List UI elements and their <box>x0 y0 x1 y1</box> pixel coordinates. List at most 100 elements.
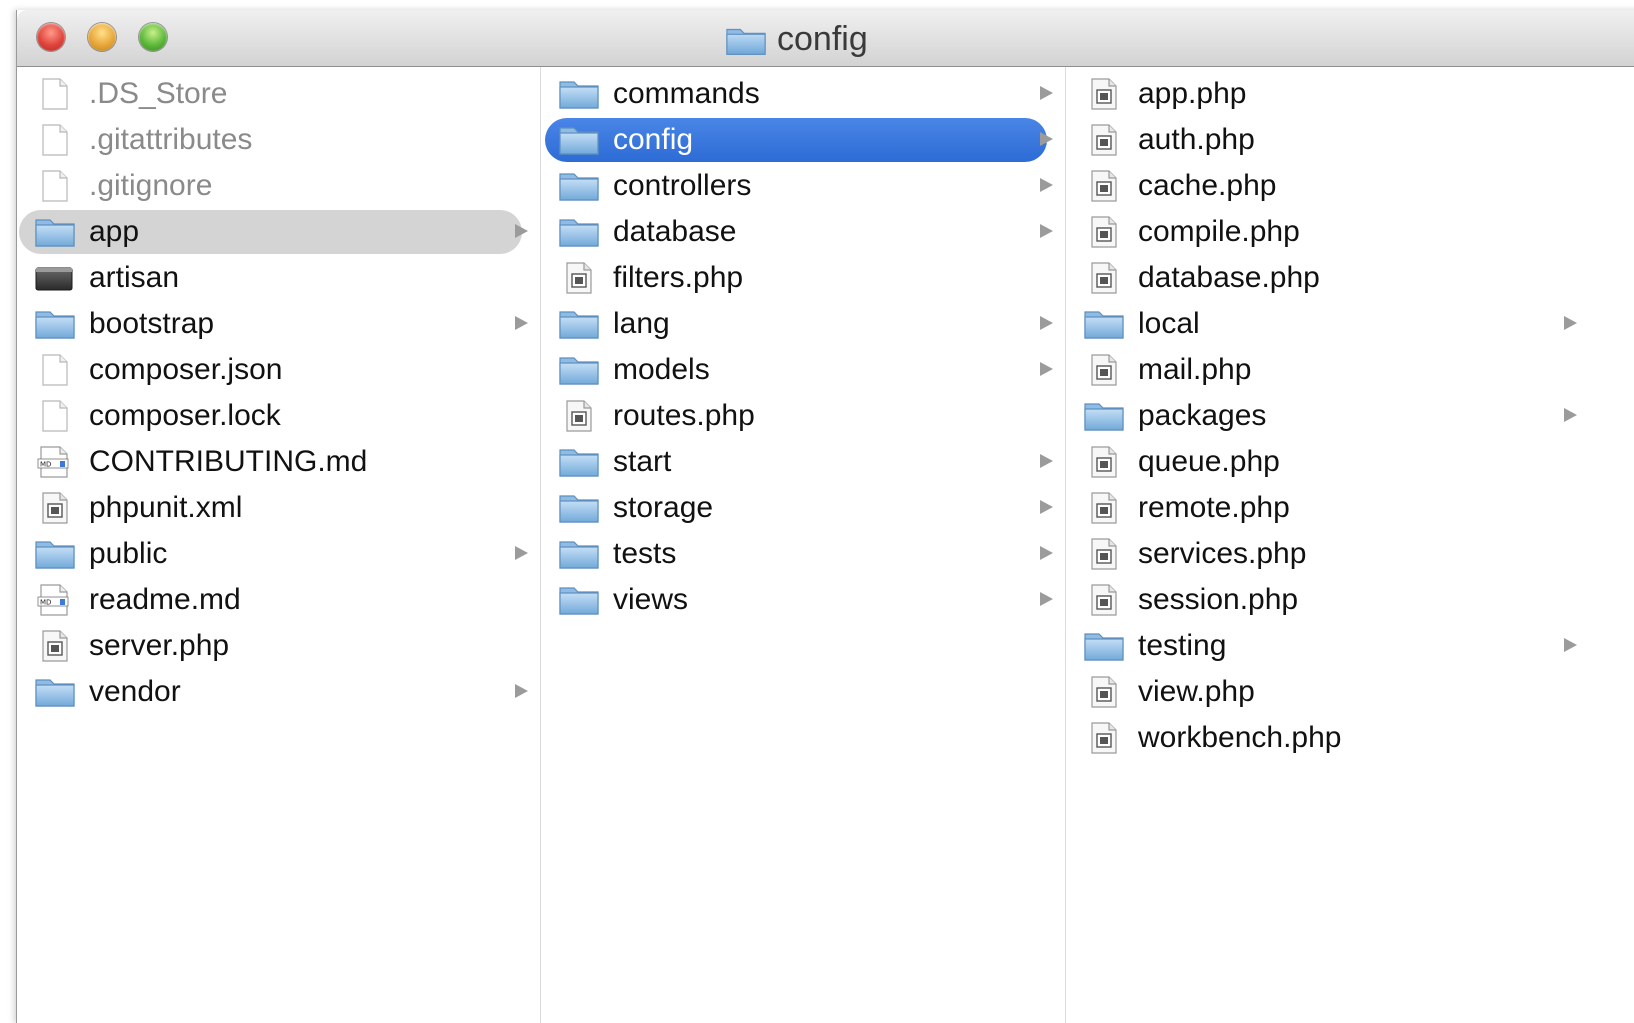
item-label: models <box>613 353 710 386</box>
column-app[interactable]: commands config controllers database fil… <box>541 67 1066 1023</box>
item-label: start <box>613 445 672 478</box>
disclosure-arrow-icon <box>515 224 528 238</box>
item-label: artisan <box>89 261 180 294</box>
close-button[interactable] <box>37 23 65 51</box>
item-label: tests <box>613 537 677 570</box>
column-root[interactable]: .DS_Store .gitattributes .gitignore app … <box>17 67 541 1023</box>
folder-item[interactable]: config <box>541 117 1065 163</box>
file-item[interactable]: view.php <box>1066 669 1634 715</box>
item-label: routes.php <box>613 399 755 432</box>
item-label: auth.php <box>1138 123 1255 156</box>
file-item[interactable]: mail.php <box>1066 347 1634 393</box>
file-item[interactable]: server.php <box>17 623 540 669</box>
item-label: views <box>613 583 689 616</box>
item-label: controllers <box>613 169 752 202</box>
disclosure-arrow-icon <box>1040 454 1053 468</box>
blank-doc-icon <box>42 170 68 202</box>
script-doc-icon <box>1091 170 1117 202</box>
folder-item[interactable]: storage <box>541 485 1065 531</box>
folder-item[interactable]: bootstrap <box>17 301 540 347</box>
file-item[interactable]: .gitignore <box>17 163 540 209</box>
disclosure-arrow-icon <box>1564 408 1577 422</box>
folder-icon <box>1084 633 1124 661</box>
folder-item[interactable]: public <box>17 531 540 577</box>
item-label: queue.php <box>1138 445 1280 478</box>
script-doc-icon <box>566 400 592 432</box>
file-item[interactable]: auth.php <box>1066 117 1634 163</box>
folder-item[interactable]: models <box>541 347 1065 393</box>
disclosure-arrow-icon <box>1040 86 1053 100</box>
item-label: local <box>1138 307 1200 340</box>
file-item[interactable]: session.php <box>1066 577 1634 623</box>
folder-item[interactable]: tests <box>541 531 1065 577</box>
item-label: CONTRIBUTING.md <box>89 445 368 478</box>
folder-item[interactable]: commands <box>541 71 1065 117</box>
file-item[interactable]: remote.php <box>1066 485 1634 531</box>
item-label: database <box>613 215 737 248</box>
item-label: filters.php <box>613 261 744 294</box>
script-doc-icon <box>1091 78 1117 110</box>
file-item[interactable]: artisan <box>17 255 540 301</box>
file-item[interactable]: routes.php <box>541 393 1065 439</box>
disclosure-arrow-icon <box>1564 316 1577 330</box>
folder-icon <box>559 127 599 155</box>
item-label: testing <box>1138 629 1227 662</box>
blank-doc-icon <box>42 354 68 386</box>
folder-item[interactable]: lang <box>541 301 1065 347</box>
folder-item[interactable]: database <box>541 209 1065 255</box>
folder-item[interactable]: controllers <box>541 163 1065 209</box>
disclosure-arrow-icon <box>1564 638 1577 652</box>
item-label: app <box>89 215 140 248</box>
item-label: compile.php <box>1138 215 1300 248</box>
file-item[interactable]: compile.php <box>1066 209 1634 255</box>
folder-icon <box>35 219 75 247</box>
item-label: .gitignore <box>89 169 213 202</box>
file-item[interactable]: composer.lock <box>17 393 540 439</box>
file-item[interactable]: app.php <box>1066 71 1634 117</box>
disclosure-arrow-icon <box>1040 592 1053 606</box>
svg-text:MD: MD <box>40 461 51 469</box>
folder-item[interactable]: testing <box>1066 623 1634 669</box>
file-item[interactable]: database.php <box>1066 255 1634 301</box>
minimize-button[interactable] <box>88 23 116 51</box>
file-item[interactable]: MD readme.md <box>17 577 540 623</box>
folder-icon <box>35 541 75 569</box>
folder-icon <box>559 495 599 523</box>
file-item[interactable]: composer.json <box>17 347 540 393</box>
file-item[interactable]: .DS_Store <box>17 71 540 117</box>
file-item[interactable]: MD CONTRIBUTING.md <box>17 439 540 485</box>
file-item[interactable]: queue.php <box>1066 439 1634 485</box>
item-label: view.php <box>1138 675 1255 708</box>
item-label: composer.lock <box>89 399 281 432</box>
file-item[interactable]: workbench.php <box>1066 715 1634 761</box>
file-item[interactable]: phpunit.xml <box>17 485 540 531</box>
folder-icon <box>559 311 599 339</box>
title-bar[interactable]: config <box>17 10 1634 67</box>
item-label: server.php <box>89 629 230 662</box>
window-title: config <box>725 20 868 59</box>
disclosure-arrow-icon <box>1040 132 1053 146</box>
item-label: .DS_Store <box>89 77 228 110</box>
folder-item[interactable]: start <box>541 439 1065 485</box>
markdown-doc-icon: MD <box>37 584 69 616</box>
item-label: session.php <box>1138 583 1299 616</box>
folder-item[interactable]: app <box>17 209 540 255</box>
disclosure-arrow-icon <box>515 684 528 698</box>
folder-item[interactable]: views <box>541 577 1065 623</box>
folder-item[interactable]: packages <box>1066 393 1634 439</box>
script-doc-icon <box>1091 722 1117 754</box>
file-item[interactable]: .gitattributes <box>17 117 540 163</box>
file-item[interactable]: cache.php <box>1066 163 1634 209</box>
folder-icon <box>559 587 599 615</box>
file-item[interactable]: filters.php <box>541 255 1065 301</box>
file-item[interactable]: services.php <box>1066 531 1634 577</box>
script-doc-icon <box>1091 676 1117 708</box>
item-label: cache.php <box>1138 169 1277 202</box>
zoom-button[interactable] <box>139 23 167 51</box>
folder-icon <box>559 219 599 247</box>
item-label: remote.php <box>1138 491 1290 524</box>
column-config[interactable]: app.php auth.php cache.php compile.php d… <box>1066 67 1634 1023</box>
folder-item[interactable]: local <box>1066 301 1634 347</box>
script-doc-icon <box>1091 354 1117 386</box>
folder-item[interactable]: vendor <box>17 669 540 715</box>
